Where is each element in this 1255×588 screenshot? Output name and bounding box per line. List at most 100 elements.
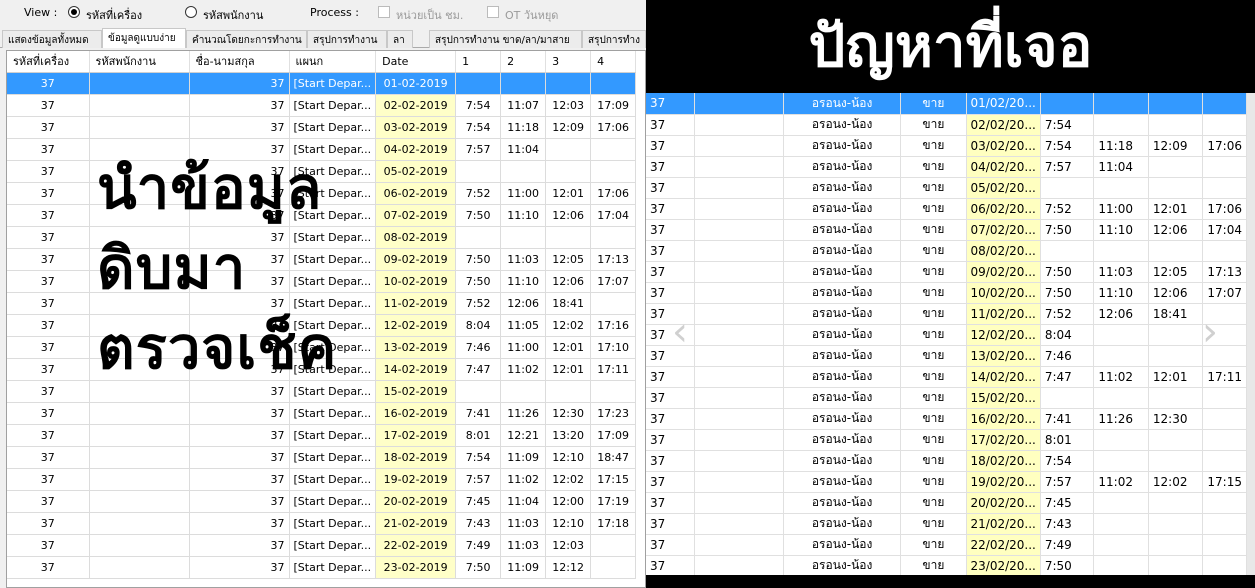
cell-employee-code[interactable] [89, 556, 190, 579]
cell-date[interactable]: 10-02-2019 [375, 270, 457, 293]
table-row[interactable]: 37 อรอนง-น้อง ขาย 23/02/20... 7:50 [646, 555, 1247, 575]
cell-machine-code[interactable]: 37 [7, 402, 90, 425]
cell-date[interactable]: 21-02-2019 [375, 512, 457, 535]
cell-full-name[interactable]: 37 [189, 534, 290, 557]
cell-time-1[interactable]: 7:57 [455, 138, 502, 161]
cell-time-3[interactable]: 12:01 [545, 336, 592, 359]
tab-simple-view[interactable]: ข้อมูลดูแบบง่าย [102, 28, 186, 48]
cell-full-name[interactable]: 37 [189, 512, 290, 535]
cell-time-4[interactable]: 17:16 [590, 314, 637, 337]
cell-department[interactable]: [Start Depar... [289, 270, 377, 293]
cell-time-1[interactable]: 7:54 [455, 446, 502, 469]
cell-time-1[interactable]: 7:52 [455, 182, 502, 205]
cell-machine-code[interactable]: 37 [7, 490, 90, 513]
cell-time-2[interactable]: 11:03 [500, 534, 547, 557]
cell-date[interactable]: 01-02-2019 [375, 72, 457, 95]
table-row[interactable]: 37 อรอนง-น้อง ขาย 19/02/20... 7:57 11:02 12:02… [646, 471, 1247, 493]
cell-date[interactable]: 11-02-2019 [375, 292, 457, 315]
table-row[interactable]: 37 37 [Start Depar... 23-02-2019 7:50 11:09 12… [7, 556, 637, 579]
cell-department[interactable]: [Start Depar... [289, 556, 377, 579]
cell-machine-code[interactable]: 37 [7, 72, 90, 95]
cell-employee-code[interactable] [89, 512, 190, 535]
cell-employee-code[interactable] [89, 94, 190, 117]
cell-date[interactable]: 14-02-2019 [375, 358, 457, 381]
cell-time-4[interactable]: 17:19 [590, 490, 637, 513]
table-row[interactable]: 37 อรอนง-น้อง ขาย 10/02/20... 7:50 11:10 12:06… [646, 282, 1247, 304]
cell-time-2[interactable]: 11:04 [500, 138, 547, 161]
col-header-machine-code[interactable]: รหัสที่เครื่อง [7, 51, 90, 73]
table-row[interactable]: 37 อรอนง-น้อง ขาย 21/02/20... 7:43 [646, 513, 1247, 535]
table-row[interactable]: 37 อรอนง-น้อง ขาย 16/02/20... 7:41 11:26 12:30 [646, 408, 1247, 430]
cell-employee-code[interactable] [89, 424, 190, 447]
cell-date[interactable]: 13-02-2019 [375, 336, 457, 359]
cell-department[interactable]: [Start Depar... [289, 72, 377, 95]
cell-date[interactable]: 12-02-2019 [375, 314, 457, 337]
cell-time-2[interactable]: 11:09 [500, 556, 547, 579]
table-row[interactable]: 37 37 [Start Depar... 03-02-2019 7:54 11:18 12… [7, 116, 637, 139]
cell-time-3[interactable] [545, 226, 592, 249]
cell-time-2[interactable]: 11:02 [500, 468, 547, 491]
cell-date[interactable]: 05-02-2019 [375, 160, 457, 183]
table-row[interactable]: 37 อรอนง-น้อง ขาย 12/02/20... 8:04 [646, 324, 1247, 346]
cell-time-1[interactable]: 8:04 [455, 314, 502, 337]
chevron-left-icon[interactable]: ‹ [672, 310, 694, 354]
cell-department[interactable]: [Start Depar... [289, 402, 377, 425]
cell-time-1[interactable]: 7:52 [455, 292, 502, 315]
cell-time-1[interactable] [455, 72, 502, 95]
cell-time-2[interactable]: 11:09 [500, 446, 547, 469]
cell-machine-code[interactable]: 37 [7, 94, 90, 117]
cell-time-3[interactable]: 12:09 [545, 116, 592, 139]
table-row[interactable]: 37 อรอนง-น้อง ขาย 20/02/20... 7:45 [646, 492, 1247, 514]
cell-full-name[interactable]: 37 [189, 424, 290, 447]
problem-grid-scrollbar[interactable] [1247, 93, 1255, 575]
cell-time-3[interactable]: 12:03 [545, 534, 592, 557]
cell-time-4[interactable] [590, 160, 637, 183]
cell-time-4[interactable]: 17:04 [590, 204, 637, 227]
cell-employee-code[interactable] [89, 72, 190, 95]
cell-date[interactable]: 18-02-2019 [375, 446, 457, 469]
cell-time-2[interactable]: 11:07 [500, 94, 547, 117]
cell-machine-code[interactable]: 37 [7, 512, 90, 535]
col-header-4[interactable]: 4 [590, 51, 637, 73]
cell-time-3[interactable] [545, 138, 592, 161]
cell-time-2[interactable]: 11:03 [500, 248, 547, 271]
cell-time-4[interactable]: 17:13 [590, 248, 637, 271]
cell-time-4[interactable] [590, 72, 637, 95]
radio-machine-code[interactable] [68, 6, 80, 18]
cell-time-3[interactable]: 12:06 [545, 270, 592, 293]
cell-time-3[interactable]: 12:02 [545, 468, 592, 491]
cell-machine-code[interactable]: 37 [7, 424, 90, 447]
cell-machine-code[interactable]: 37 [7, 534, 90, 557]
cell-time-3[interactable]: 12:00 [545, 490, 592, 513]
cell-time-4[interactable] [590, 534, 637, 557]
table-row[interactable]: 37 37 [Start Depar... 15-02-2019 [7, 380, 637, 403]
cell-employee-code[interactable] [89, 534, 190, 557]
cell-time-4[interactable] [590, 556, 637, 579]
radio-machine-code-label[interactable]: รหัสที่เครื่อง [86, 6, 142, 24]
cell-time-3[interactable]: 12:05 [545, 248, 592, 271]
table-row[interactable]: 37 อรอนง-น้อง ขาย 13/02/20... 7:46 [646, 345, 1247, 367]
cell-time-1[interactable]: 7:49 [455, 534, 502, 557]
cell-time-1[interactable]: 7:50 [455, 270, 502, 293]
table-row[interactable]: 37 อรอนง-น้อง ขาย 11/02/20... 7:52 12:06 18:41 [646, 303, 1247, 325]
cell-time-2[interactable]: 11:00 [500, 182, 547, 205]
cell-machine-code[interactable]: 37 [7, 556, 90, 579]
cell-time-3[interactable]: 12:03 [545, 94, 592, 117]
cell-time-1[interactable]: 7:43 [455, 512, 502, 535]
cell-time-4[interactable]: 17:07 [590, 270, 637, 293]
cell-full-name[interactable]: 37 [189, 116, 290, 139]
cell-time-4[interactable]: 17:06 [590, 182, 637, 205]
cell-time-2[interactable]: 12:06 [500, 292, 547, 315]
cell-time-4[interactable]: 17:10 [590, 336, 637, 359]
cell-date[interactable]: 22-02-2019 [375, 534, 457, 557]
cell-machine-code[interactable]: 37 [7, 116, 90, 139]
cell-time-2[interactable]: 11:10 [500, 204, 547, 227]
table-row[interactable]: 37 อรอนง-น้อง ขาย 03/02/20... 7:54 11:18 12:09… [646, 135, 1247, 157]
tab-calc-by-shift[interactable]: คำนวณโดยกะการทำงาน [186, 30, 307, 48]
cell-date[interactable]: 20-02-2019 [375, 490, 457, 513]
cell-time-2[interactable] [500, 226, 547, 249]
cell-employee-code[interactable] [89, 116, 190, 139]
cell-employee-code[interactable] [89, 402, 190, 425]
cell-date[interactable]: 16-02-2019 [375, 402, 457, 425]
cell-machine-code[interactable]: 37 [7, 204, 90, 227]
